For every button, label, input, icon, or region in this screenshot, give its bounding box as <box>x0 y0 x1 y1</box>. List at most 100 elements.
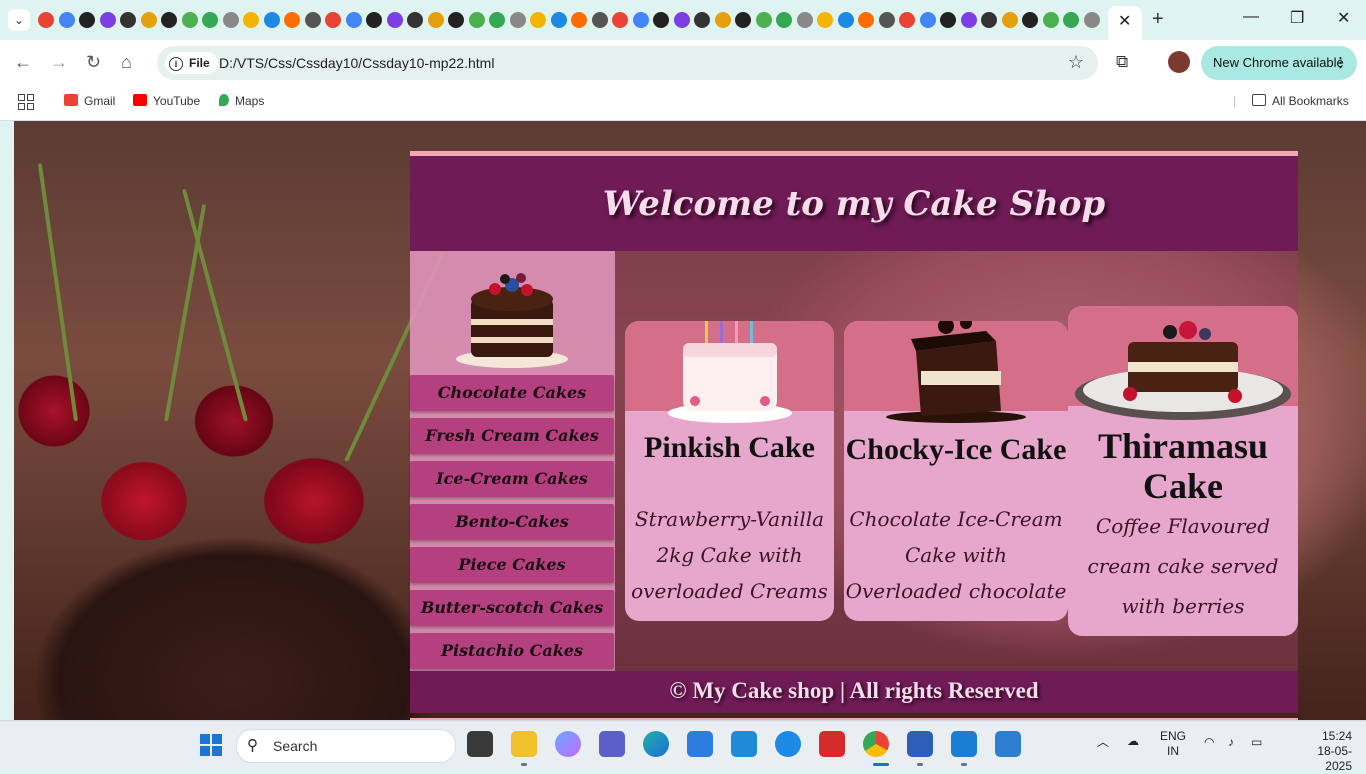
site-info-chip[interactable]: i File <box>165 52 218 74</box>
copilot-icon[interactable] <box>555 731 581 757</box>
windows-start-icon[interactable] <box>200 734 222 756</box>
menu-item-chocolate-cakes[interactable]: Chocolate Cakes <box>410 375 614 411</box>
volume-icon[interactable]: ♪ <box>1228 735 1234 750</box>
tab-favicon[interactable] <box>325 12 341 28</box>
tab-favicon[interactable] <box>530 12 546 28</box>
tab-favicon[interactable] <box>776 12 792 28</box>
tab-favicon[interactable] <box>919 12 936 28</box>
chevron-up-icon[interactable]: ︿ <box>1097 735 1109 750</box>
myhp-icon[interactable] <box>731 731 757 757</box>
product-card[interactable]: Thiramasu Cake Coffee Flavoured cream ca… <box>1068 306 1298 636</box>
reload-icon[interactable]: ↻ <box>86 52 101 73</box>
tab-favicon[interactable] <box>58 12 75 28</box>
teams-icon[interactable] <box>599 731 625 757</box>
new-chrome-available-button[interactable]: New Chrome available ⋮ <box>1201 46 1357 80</box>
tab-favicon[interactable] <box>837 12 854 28</box>
bookmark-youtube[interactable]: YouTube <box>133 94 200 108</box>
tab-favicon[interactable] <box>735 12 751 28</box>
tab-favicon[interactable] <box>940 12 956 28</box>
tab-favicon[interactable] <box>284 12 300 28</box>
home-icon[interactable]: ⌂ <box>121 52 132 73</box>
chrome-icon[interactable] <box>863 731 889 757</box>
tab-favicon[interactable] <box>1022 12 1038 28</box>
tab-favicon[interactable] <box>1063 12 1079 28</box>
product-card[interactable]: Pinkish Cake Strawberry-Vanilla 2kg Cake… <box>625 321 834 621</box>
tab-favicon[interactable] <box>878 12 895 28</box>
address-bar[interactable]: i File D:/VTS/Css/Cssday10/Cssday10-mp22.… <box>157 46 1098 80</box>
edge-icon[interactable] <box>643 731 669 757</box>
url-text[interactable]: D:/VTS/Css/Cssday10/Cssday10-mp22.html <box>219 55 494 71</box>
bookmark-star-icon[interactable]: ☆ <box>1068 52 1084 73</box>
menu-item-piece-cakes[interactable]: Piece Cakes <box>410 547 614 583</box>
tab-favicon[interactable] <box>694 12 710 28</box>
tab-favicon[interactable] <box>981 12 997 28</box>
tab-favicon[interactable] <box>304 12 321 28</box>
tab-favicon[interactable] <box>673 12 690 28</box>
tab-favicon[interactable] <box>243 12 259 28</box>
menu-item-pistachio-cakes[interactable]: Pistachio Cakes <box>410 633 614 669</box>
extensions-puzzle-icon[interactable]: ⧉ <box>1116 52 1128 72</box>
file-explorer-icon[interactable] <box>511 731 537 757</box>
close-window-button[interactable]: ✕ <box>1337 8 1350 28</box>
tab-favicon[interactable] <box>612 12 628 28</box>
tab-favicon[interactable] <box>181 12 198 28</box>
menu-item-bento-cakes[interactable]: Bento-Cakes <box>410 504 614 540</box>
tab-favicon[interactable] <box>817 12 833 28</box>
tab-favicon[interactable] <box>386 12 403 28</box>
tab-favicon[interactable] <box>222 12 239 28</box>
vscode-icon[interactable] <box>951 731 977 757</box>
menu-dots-icon[interactable]: ⋮ <box>1334 46 1347 80</box>
tab-favicon[interactable] <box>99 12 116 28</box>
tab-favicon[interactable] <box>489 12 505 28</box>
tab-favicon[interactable] <box>1083 12 1100 28</box>
tab-favicon[interactable] <box>140 12 157 28</box>
photos-icon[interactable] <box>995 731 1021 757</box>
tab-favicon[interactable] <box>161 12 177 28</box>
tab-favicon[interactable] <box>1042 12 1059 28</box>
menu-item-fresh-cream-cakes[interactable]: Fresh Cream Cakes <box>410 418 614 454</box>
help-icon[interactable] <box>775 731 801 757</box>
product-card[interactable]: Chocky-Ice Cake Chocolate Ice-Cream Cake… <box>844 321 1068 621</box>
tab-favicon[interactable] <box>427 12 444 28</box>
new-tab-button[interactable]: + <box>1152 8 1164 31</box>
cloud-icon[interactable]: ☁ <box>1127 734 1139 749</box>
tab-favicon[interactable] <box>366 12 382 28</box>
tab-favicon[interactable] <box>38 12 54 28</box>
tab-favicon[interactable] <box>653 12 669 28</box>
menu-item-butter-scotch-cakes[interactable]: Butter-scotch Cakes <box>410 590 614 626</box>
active-tab[interactable]: ✕ <box>1108 6 1142 40</box>
tab-favicon[interactable] <box>858 12 874 28</box>
maximize-button[interactable]: ❐ <box>1290 8 1304 28</box>
tab-favicon[interactable] <box>509 12 526 28</box>
task-view-icon[interactable] <box>467 731 493 757</box>
apps-grid-icon[interactable] <box>18 94 34 110</box>
tab-favicon[interactable] <box>899 12 915 28</box>
tab-favicon[interactable] <box>591 12 608 28</box>
tab-favicon[interactable] <box>407 12 423 28</box>
tab-favicon[interactable] <box>796 12 813 28</box>
profile-avatar[interactable] <box>1168 51 1190 73</box>
all-bookmarks-button[interactable]: All Bookmarks <box>1252 94 1349 108</box>
tab-favicon[interactable] <box>960 12 977 28</box>
forward-arrow-icon[interactable]: → <box>50 52 68 73</box>
battery-icon[interactable]: ▭ <box>1251 735 1262 750</box>
tab-favicon[interactable] <box>755 12 772 28</box>
tab-favicon[interactable] <box>1001 12 1018 28</box>
tab-favicon[interactable] <box>79 12 95 28</box>
tab-favicon[interactable] <box>632 12 649 28</box>
tab-favicon[interactable] <box>345 12 362 28</box>
language-indicator[interactable]: ENG IN <box>1160 729 1186 759</box>
tab-favicon[interactable] <box>202 12 218 28</box>
wifi-icon[interactable]: ◠ <box>1204 735 1214 750</box>
tab-search-chevron-icon[interactable]: ⌄ <box>8 9 30 31</box>
clock[interactable]: 15:24 18-05-2025 <box>1306 729 1352 774</box>
tab-favicon[interactable] <box>120 12 136 28</box>
tab-favicon[interactable] <box>714 12 731 28</box>
bookmark-maps[interactable]: Maps <box>219 94 264 108</box>
store-icon[interactable] <box>687 731 713 757</box>
tab-favicon[interactable] <box>448 12 464 28</box>
close-tab-icon[interactable]: ✕ <box>1118 11 1131 31</box>
tab-favicon[interactable] <box>263 12 280 28</box>
back-arrow-icon[interactable]: ← <box>14 52 32 73</box>
taskbar-search[interactable]: ⚲ Search <box>236 729 456 763</box>
